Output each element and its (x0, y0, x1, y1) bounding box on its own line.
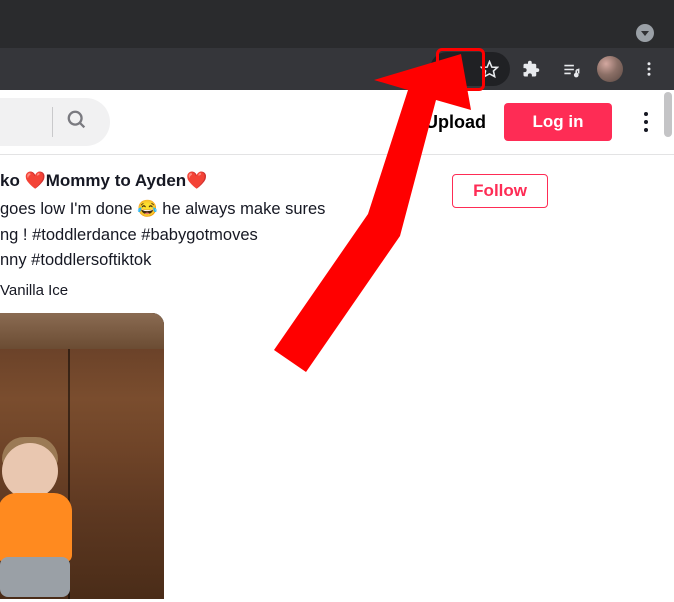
star-icon[interactable] (470, 51, 508, 87)
video-thumbnail[interactable] (0, 313, 164, 599)
caption-line: ng ! #toddlerdance #babygotmoves (0, 223, 674, 249)
browser-tabstrip (0, 0, 674, 48)
thumbnail-bg-top (0, 313, 164, 349)
post-caption: goes low I'm done 😂 he always make sures… (0, 197, 674, 274)
post-content: ko ❤️Mommy to Ayden❤️ goes low I'm done … (0, 155, 674, 599)
media-control-icon[interactable] (552, 51, 590, 87)
browser-toolbar (0, 48, 674, 90)
profile-avatar[interactable] (597, 56, 623, 82)
toolbar-pill-group (430, 52, 510, 86)
app-header: Upload Log in (0, 90, 674, 155)
heart-icon: ❤️ (25, 171, 46, 190)
chrome-menu-icon[interactable] (630, 51, 668, 87)
login-button[interactable]: Log in (504, 103, 612, 141)
caption-line: nny #toddlersoftiktok (0, 248, 674, 274)
app-more-button[interactable] (630, 102, 662, 142)
search-divider (52, 107, 53, 137)
search-icon[interactable] (66, 109, 88, 136)
follow-button[interactable]: Follow (452, 174, 548, 208)
profile-bio: Mommy to Ayden (46, 171, 186, 190)
search-input[interactable] (0, 98, 110, 146)
profile-name-line[interactable]: ko ❤️Mommy to Ayden❤️ (0, 171, 674, 191)
upload-button[interactable]: Upload (425, 112, 486, 133)
thumbnail-subject (0, 439, 90, 599)
music-label[interactable]: Vanilla Ice (0, 282, 674, 299)
heart-icon: ❤️ (186, 171, 207, 190)
scrollbar-thumb[interactable] (664, 92, 672, 137)
tab-dropdown-icon[interactable] (636, 24, 654, 42)
username-partial: ko (0, 171, 20, 190)
extensions-icon[interactable] (512, 51, 550, 87)
caption-line: goes low I'm done 😂 he always make sures (0, 197, 674, 223)
download-icon[interactable] (432, 51, 470, 87)
